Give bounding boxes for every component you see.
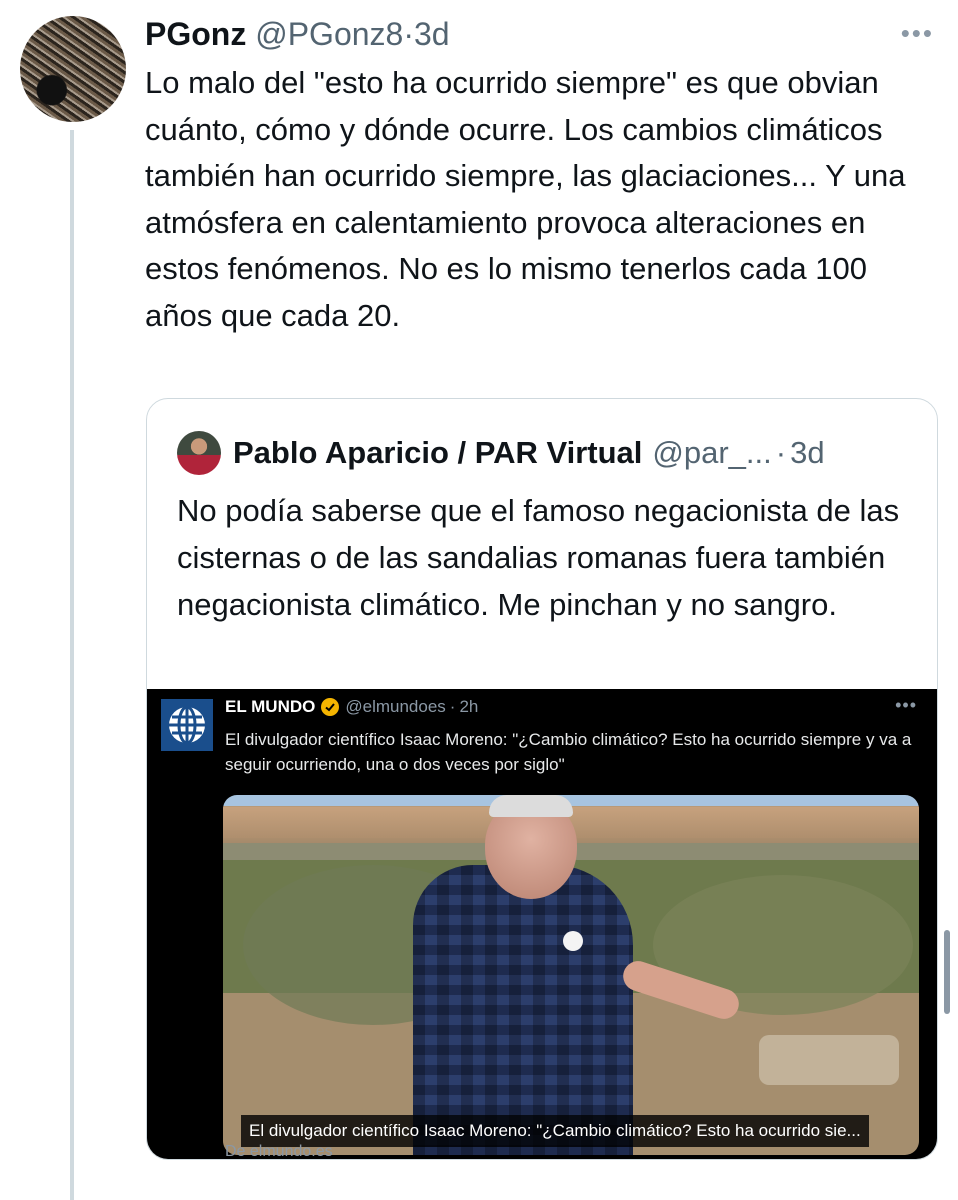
person-hair	[489, 795, 573, 817]
embedded-source: De elmundo.es	[225, 1143, 333, 1160]
quote-author-handle: @par_...	[652, 435, 772, 470]
quote-time: 3d	[790, 435, 825, 470]
video-caption: El divulgador científico Isaac Moreno: "…	[241, 1115, 869, 1147]
avatar[interactable]	[20, 16, 126, 122]
quote-author-name: Pablo Aparicio / PAR Virtual	[233, 435, 643, 470]
thread-line	[70, 130, 74, 1200]
post-time[interactable]: 3d	[414, 16, 450, 52]
globe-logo-icon	[161, 699, 213, 751]
embedded-author-name: EL MUNDO	[225, 697, 316, 716]
quote-avatar	[177, 431, 221, 475]
embedded-more-icon: •••	[895, 695, 917, 715]
person-body	[413, 865, 633, 1155]
post-text: Lo malo del "esto ha ocurrido siempre" e…	[145, 65, 906, 333]
post-header: PGonz @PGonz8·3d	[145, 14, 450, 54]
verified-icon	[321, 698, 340, 716]
author-handle[interactable]: @PGonz8	[255, 16, 403, 52]
scrollbar-thumb[interactable]	[944, 930, 950, 1014]
quote-text: No podía saberse que el famoso negacioni…	[177, 493, 900, 622]
embedded-text: El divulgador científico Isaac Moreno: "…	[225, 730, 912, 774]
embedded-screenshot[interactable]: EL MUNDO @elmundoes · 2h ••• El divulgad…	[147, 689, 937, 1159]
video-thumbnail: El divulgador científico Isaac Moreno: "…	[223, 795, 919, 1155]
author-name[interactable]: PGonz	[145, 16, 246, 52]
lapel-mic	[563, 931, 583, 951]
more-icon[interactable]: •••	[901, 18, 934, 49]
embedded-header: EL MUNDO @elmundoes · 2h	[225, 697, 478, 717]
quoted-tweet-card[interactable]: Pablo Aparicio / PAR Virtual @par_... · …	[146, 398, 938, 1160]
separator-dot: ·	[775, 435, 787, 470]
embedded-handle: @elmundoes	[345, 697, 446, 716]
separator-dot: ·	[403, 16, 414, 52]
quote-header: Pablo Aparicio / PAR Virtual @par_... · …	[177, 431, 825, 475]
embedded-time: 2h	[459, 697, 479, 716]
rocks-shape	[759, 1035, 899, 1085]
separator-dot: ·	[449, 697, 456, 716]
